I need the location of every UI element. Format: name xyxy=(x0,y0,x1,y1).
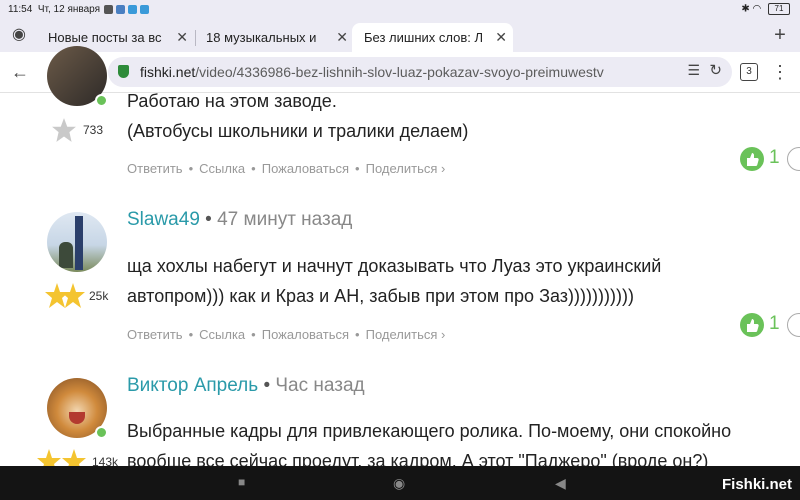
close-icon[interactable]: ✕ xyxy=(176,23,188,52)
app-icon xyxy=(128,5,137,14)
link-link[interactable]: Ссылка xyxy=(199,161,245,176)
back-icon[interactable]: ← xyxy=(6,58,34,86)
tab-label: 18 музыкальных и xyxy=(206,30,317,45)
status-right: ✱ ◠ 71 xyxy=(741,3,790,15)
avatar[interactable] xyxy=(47,212,107,272)
online-indicator xyxy=(95,426,108,439)
stars-icon xyxy=(45,283,85,308)
user-rating: 25k xyxy=(89,289,109,303)
tab-music[interactable]: 18 музыкальных и ✕ xyxy=(194,23,354,52)
reply-link[interactable]: Ответить xyxy=(127,327,183,342)
reader-mode-icon[interactable]: ☰ xyxy=(687,62,700,79)
thumb-up-icon xyxy=(747,153,759,166)
comment-time: 47 минут назад xyxy=(217,209,353,230)
close-icon[interactable]: ✕ xyxy=(336,23,348,52)
user-rating: 733 xyxy=(83,123,104,137)
new-tab-button[interactable]: + xyxy=(766,21,794,49)
app-icon xyxy=(116,5,125,14)
like-count: 1 xyxy=(769,313,780,334)
recents-icon[interactable]: ■ xyxy=(238,475,245,489)
comment-text: ща хохлы набегут и начнут доказывать что… xyxy=(127,256,662,306)
system-nav-bar: ■ ◉ ◀ xyxy=(0,466,800,500)
comment-actions: Ответить • Ссылка • Пожаловаться • Поделиться … xyxy=(127,327,446,342)
close-icon[interactable]: ✕ xyxy=(495,23,507,52)
wifi-icon: ◠ xyxy=(752,3,762,15)
watermark: Fishki.net xyxy=(721,476,792,493)
account-icon[interactable]: ◉ xyxy=(5,21,33,49)
comment-time: Час назад xyxy=(275,375,365,396)
url-text: fishki.net/video/4336986-bez-lishnih-slo… xyxy=(140,64,604,80)
menu-icon[interactable]: ⋮ xyxy=(766,58,794,86)
app-icon xyxy=(140,5,149,14)
battery-icon: 71 xyxy=(768,3,790,15)
url-field[interactable]: fishki.net/video/4336986-bez-lishnih-slo… xyxy=(108,57,732,87)
stars-icon xyxy=(37,449,86,468)
tab-new-posts[interactable]: Новые посты за вс ✕ xyxy=(36,23,194,52)
link-link[interactable]: Ссылка xyxy=(199,327,245,342)
report-link[interactable]: Пожаловаться xyxy=(262,327,349,342)
reply-link[interactable]: Ответить xyxy=(127,161,183,176)
report-link[interactable]: Пожаловаться xyxy=(262,161,349,176)
status-bar: 11:54 Чт, 12 января ✱ ◠ 71 xyxy=(0,0,800,20)
username-link[interactable]: Slawa49 xyxy=(127,209,200,230)
like-button[interactable] xyxy=(740,313,764,337)
share-link[interactable]: Поделиться › xyxy=(366,161,446,176)
like-button[interactable] xyxy=(740,147,764,171)
tab-switcher-button[interactable]: 3 xyxy=(740,63,758,81)
tab-active[interactable]: Без лишних слов: Л ✕ xyxy=(352,23,513,52)
reload-icon[interactable]: ↻ xyxy=(709,61,722,79)
comment-text: Работаю на этом заводе. (Автобусы школьн… xyxy=(127,91,469,141)
status-time: 11:54 Чт, 12 января xyxy=(8,4,101,15)
comment-header: Slawa49 • 47 минут назад xyxy=(127,209,353,230)
star-icon xyxy=(52,118,76,142)
share-link[interactable]: Поделиться › xyxy=(366,327,446,342)
comment-header: Виктор Апрель • Час назад xyxy=(127,375,365,396)
notification-icon xyxy=(104,5,113,14)
username-link[interactable]: Виктор Апрель xyxy=(127,375,258,396)
online-indicator xyxy=(95,94,108,107)
tab-label: Без лишних слов: Л xyxy=(364,30,483,45)
back-nav-icon[interactable]: ◀ xyxy=(555,475,566,492)
dislike-button[interactable] xyxy=(787,147,800,171)
shield-icon xyxy=(118,65,129,78)
comment-actions: Ответить • Ссылка • Пожаловаться • Поделиться … xyxy=(127,161,446,176)
like-count: 1 xyxy=(769,147,780,168)
home-nav-icon[interactable]: ◉ xyxy=(393,475,405,492)
bluetooth-icon: ✱ xyxy=(741,3,750,15)
dislike-button[interactable] xyxy=(787,313,800,337)
thumb-up-icon xyxy=(747,319,759,332)
tab-bar: ◉ Новые посты за вс ✕ 18 музыкальных и ✕… xyxy=(0,20,800,52)
